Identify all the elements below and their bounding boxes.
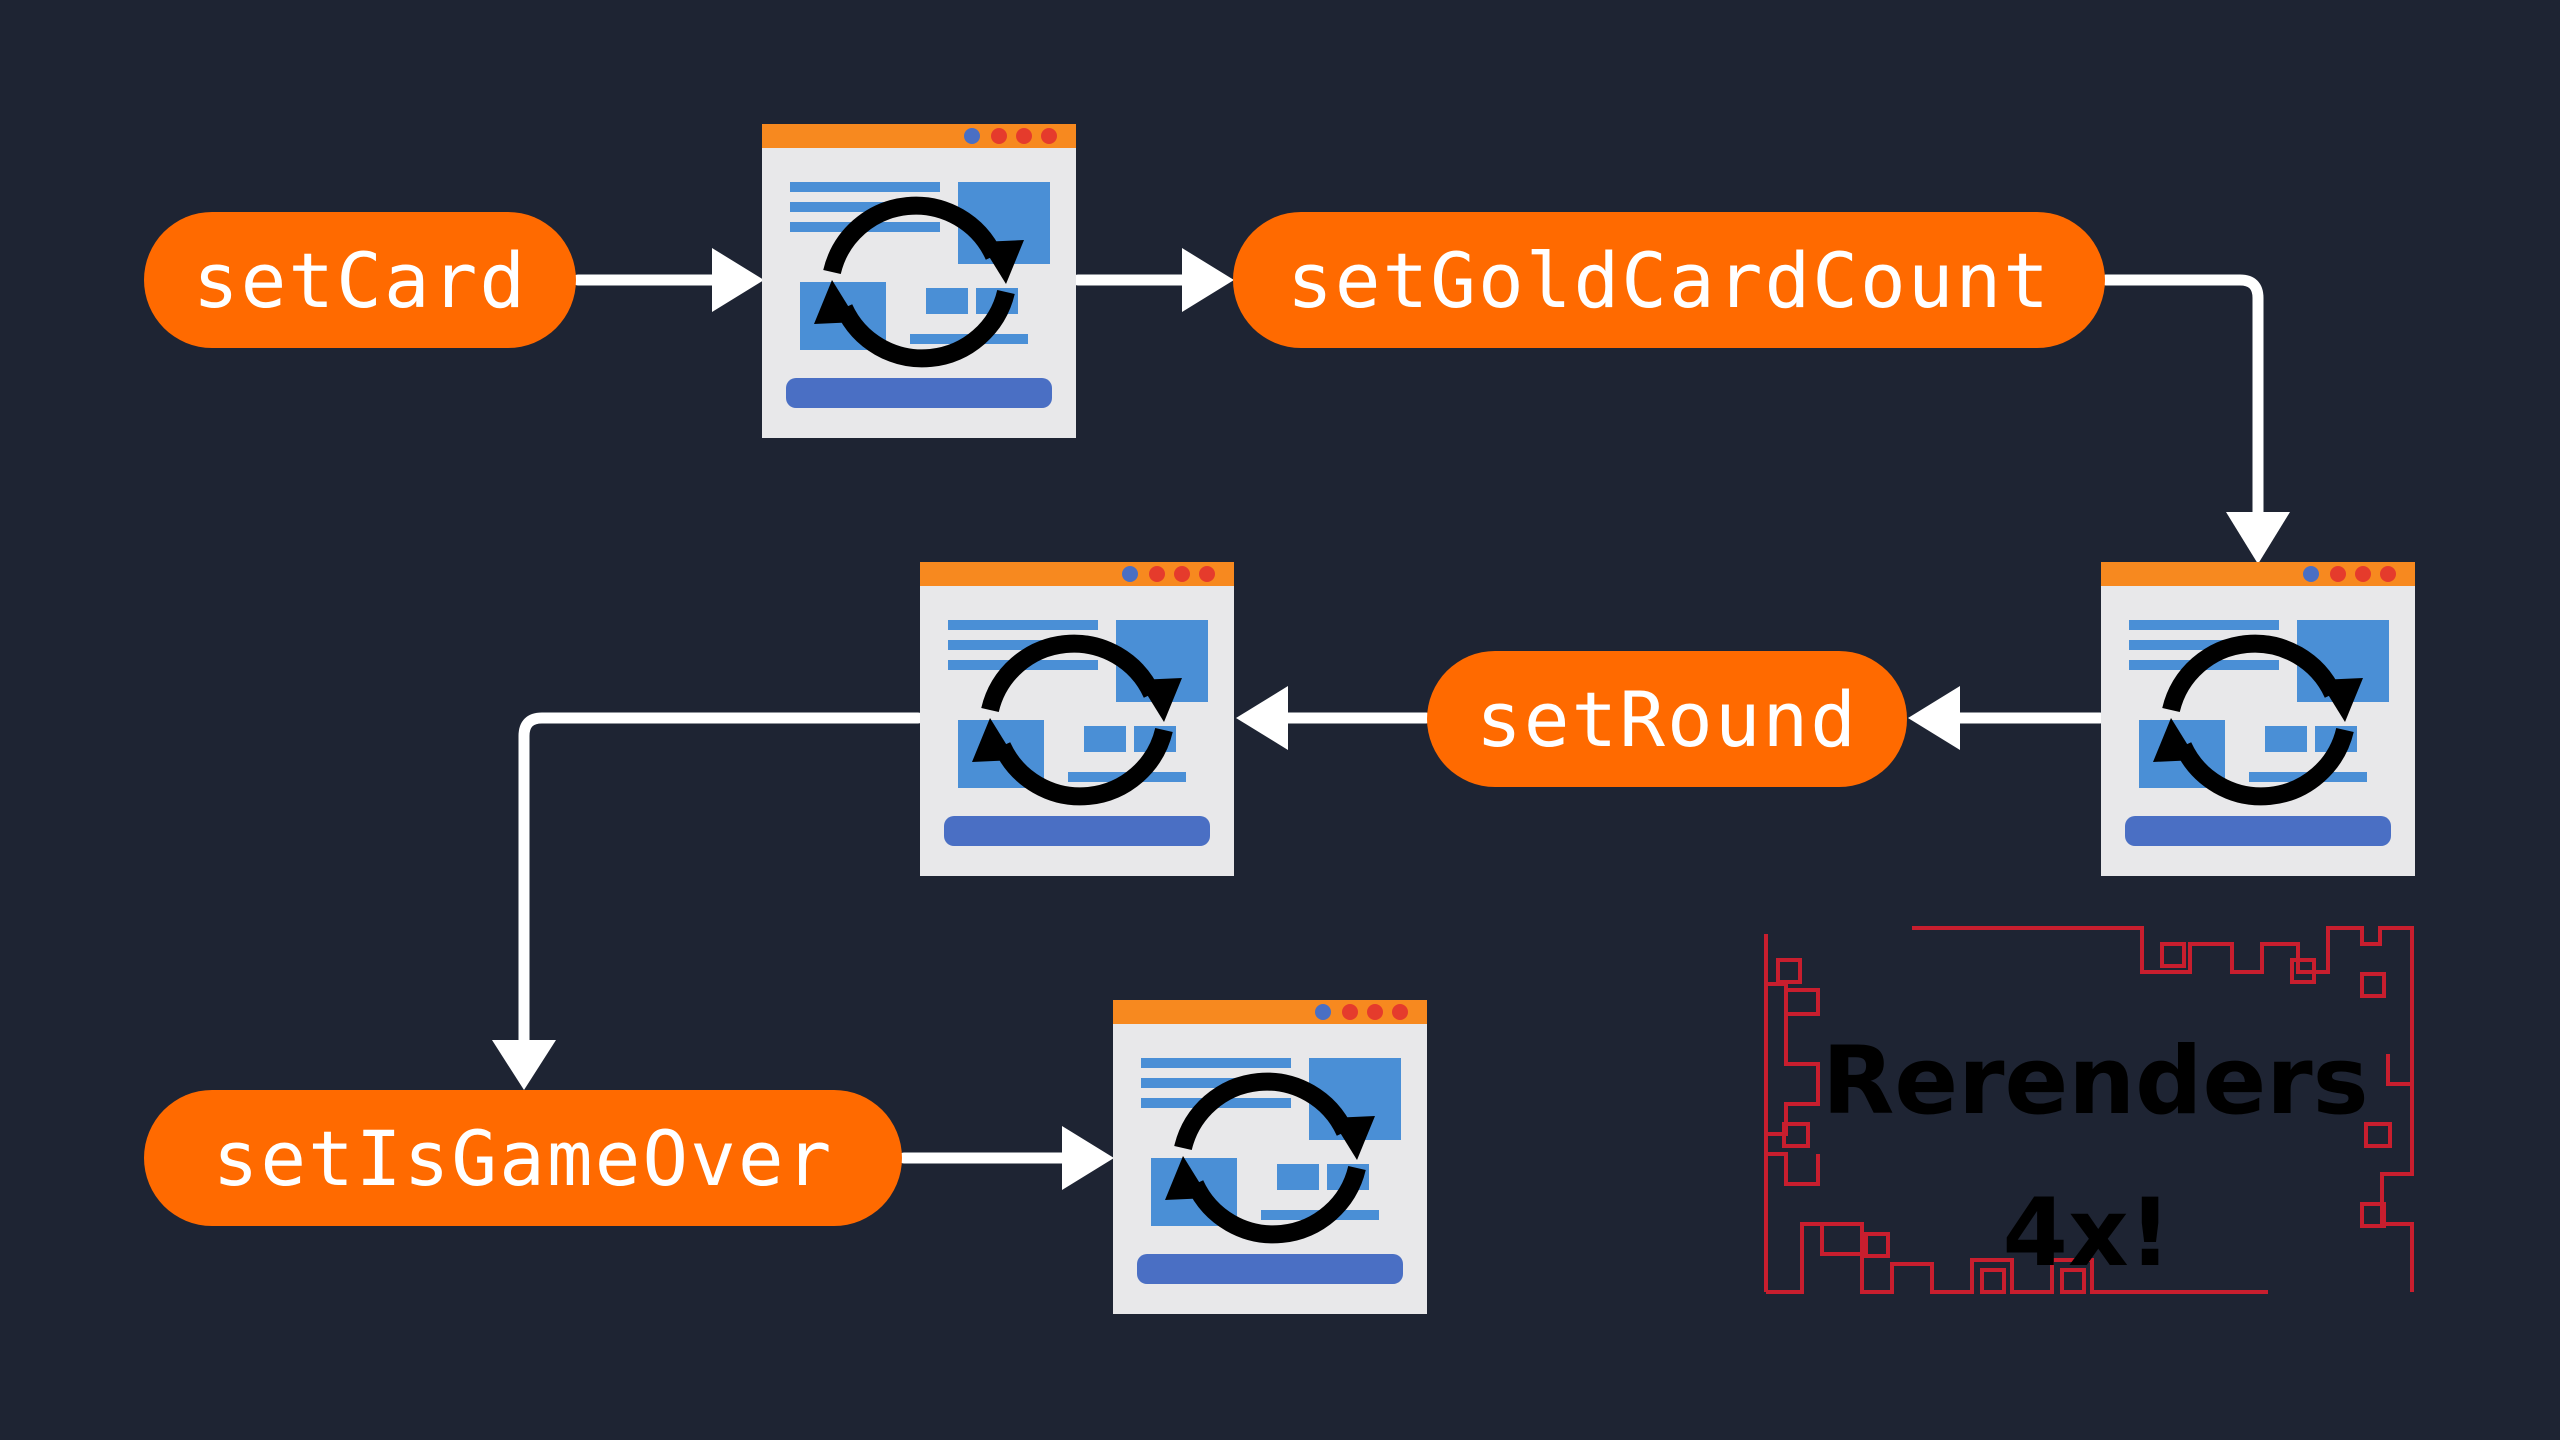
setisgameover-node: setIsGameOver: [144, 1090, 902, 1226]
setround-node: setRound: [1427, 651, 1907, 787]
arrow-setcard-head: [712, 248, 764, 312]
arrow-setgame-head: [1062, 1126, 1114, 1190]
setcard-node: setCard: [144, 212, 576, 348]
browser-window-refresh-icon: [762, 124, 1076, 438]
arrow-window1-head: [1182, 248, 1234, 312]
arrow-window3-to-setgame: [518, 712, 924, 1050]
rerenders-label: Rerenders 4x!: [1822, 1027, 2369, 1288]
arrow-setround-head: [1236, 686, 1288, 750]
arrow-setgold-head: [2226, 512, 2290, 564]
arrow-setgold-to-window2: [2100, 274, 2264, 524]
browser-window-refresh-icon: [1113, 1000, 1427, 1314]
rerenders-note: Rerenders 4x!: [1762, 924, 2416, 1296]
browser-window-refresh-icon: [2101, 562, 2415, 876]
arrow-window3-head: [492, 1040, 556, 1090]
setgoldcardcount-node: setGoldCardCount: [1233, 212, 2105, 348]
browser-window-refresh-icon: [920, 562, 1234, 876]
arrow-window2-head: [1908, 686, 1960, 750]
